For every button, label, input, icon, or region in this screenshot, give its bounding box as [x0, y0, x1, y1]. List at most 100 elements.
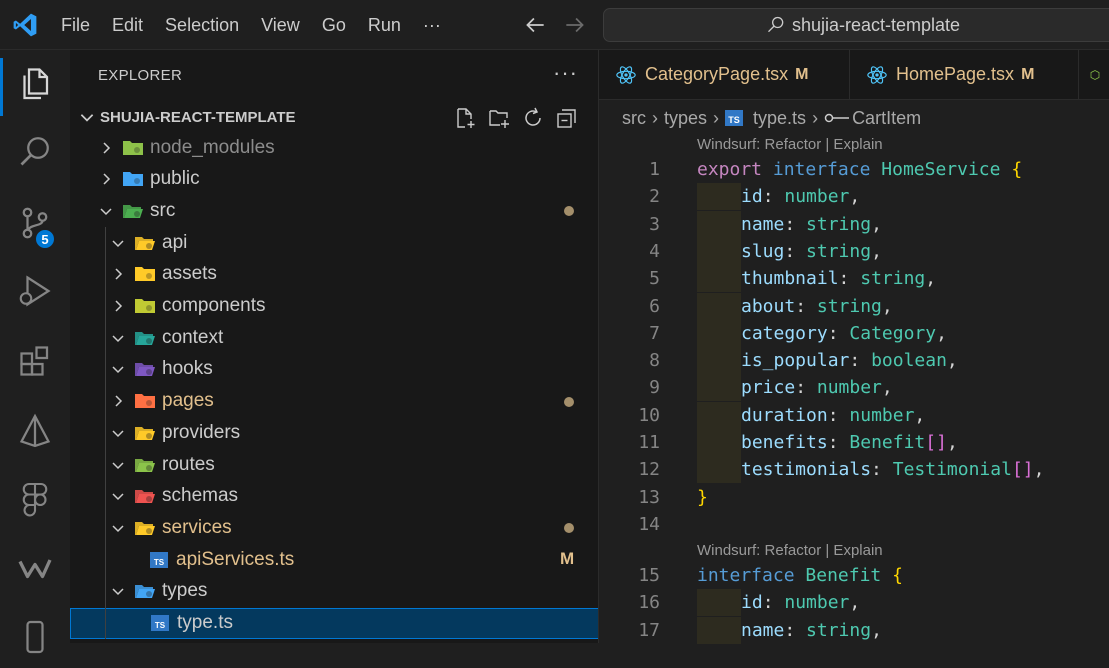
chevron-right-icon[interactable] [110, 266, 126, 282]
chevron-down-icon[interactable] [110, 583, 126, 599]
workspace-root-header[interactable]: SHUJIA-REACT-TEMPLATE [70, 102, 598, 132]
tree-item-types[interactable]: types [70, 576, 598, 607]
api-folder-icon [135, 236, 155, 250]
tree-item-apiservices-ts[interactable]: TS apiServices.ts [70, 544, 598, 575]
tree-item-assets[interactable]: assets [70, 259, 598, 290]
tree-item-providers[interactable]: providers [70, 417, 598, 448]
svg-text:TS: TS [728, 115, 740, 125]
run-debug-activity[interactable] [0, 260, 70, 322]
prism-activity[interactable] [0, 400, 70, 462]
code-token: is_popular [741, 350, 850, 372]
breadcrumb-symbol[interactable]: CartItem [852, 108, 921, 129]
menu-selection[interactable]: Selection [165, 15, 239, 36]
code-line[interactable]: 10 duration: number, [599, 402, 1109, 429]
menu-file[interactable]: File [61, 15, 90, 36]
code-line[interactable]: 8 is_popular: boolean, [599, 347, 1109, 374]
code-line[interactable]: 17 name: string, [599, 617, 1109, 644]
refresh-icon[interactable] [521, 106, 545, 130]
code-line[interactable]: 5 thumbnail: string, [599, 265, 1109, 292]
chevron-right-icon[interactable] [98, 140, 114, 156]
breadcrumb-types[interactable]: types [664, 108, 707, 129]
windsurf-codelens[interactable]: Windsurf: Refactor | Explain [697, 136, 883, 153]
explorer-more-button[interactable]: ··· [553, 60, 578, 86]
chevron-right-icon[interactable] [98, 171, 114, 187]
vscode-logo-icon[interactable] [12, 12, 38, 38]
explorer-activity[interactable] [0, 52, 70, 116]
extensions-activity[interactable] [0, 330, 70, 392]
tree-item-node-modules[interactable]: node_modules [70, 132, 598, 163]
code-line[interactable]: 6 about: string, [599, 293, 1109, 320]
tree-item-label: apiServices.ts [176, 548, 295, 570]
code-token: : [849, 350, 872, 372]
windsurf-activity[interactable] [0, 538, 70, 600]
tree-item-src[interactable]: src [70, 195, 598, 226]
context-folder-icon [135, 331, 155, 345]
code-token: Category [849, 322, 937, 344]
chevron-right-icon[interactable] [110, 298, 126, 314]
menu-more[interactable]: ··· [423, 15, 441, 36]
code-line[interactable]: 13} [599, 484, 1109, 511]
breadcrumb-file[interactable]: type.ts [753, 108, 806, 129]
line-number: 5 [649, 268, 660, 290]
forward-arrow-icon[interactable] [562, 12, 588, 38]
code-line[interactable]: 1 export interface HomeService { [599, 156, 1109, 183]
tree-item-components[interactable]: components [70, 291, 598, 322]
new-file-icon[interactable] [453, 106, 477, 130]
chevron-down-icon[interactable] [110, 330, 126, 346]
search-activity[interactable] [0, 120, 70, 182]
chevron-down-icon[interactable] [110, 235, 126, 251]
windsurf-codelens[interactable]: Windsurf: Refactor | Explain [697, 542, 883, 559]
routes-folder-icon [135, 458, 155, 472]
code-line[interactable]: 3 name: string, [599, 211, 1109, 238]
tree-item-hooks[interactable]: hooks [70, 354, 598, 385]
code-token: export [697, 159, 763, 180]
figma-icon [22, 482, 48, 517]
command-center-search[interactable]: shujia-react-template [603, 8, 1109, 42]
tree-item-label: api [162, 231, 188, 253]
tree-item-label: node_modules [150, 136, 275, 158]
tab-category-page[interactable]: CategoryPage.tsx M [599, 50, 850, 99]
source-control-activity[interactable]: 5 [0, 192, 70, 254]
code-line[interactable]: 2 id: number, [599, 183, 1109, 210]
chevron-down-icon[interactable] [110, 457, 126, 473]
code-line[interactable]: 7 category: Category, [599, 320, 1109, 347]
code-line[interactable]: 15 interface Benefit { [599, 562, 1109, 589]
code-line[interactable]: 14 [599, 511, 1109, 538]
figma-activity[interactable] [0, 468, 70, 530]
back-arrow-icon[interactable] [522, 12, 548, 38]
code-token: , [881, 377, 893, 399]
code-token: duration [741, 404, 828, 426]
chevron-down-icon[interactable] [98, 203, 114, 219]
chevron-down-icon[interactable] [110, 361, 126, 377]
menu-go[interactable]: Go [322, 15, 346, 36]
menu-run[interactable]: Run [368, 15, 401, 36]
chevron-right-icon[interactable] [110, 393, 126, 409]
tree-item-services[interactable]: services [70, 512, 598, 543]
tree-item-public[interactable]: public [70, 164, 598, 195]
code-line[interactable]: 16 id: number, [599, 589, 1109, 616]
tab-home-page[interactable]: HomePage.tsx M [850, 50, 1079, 99]
code-line[interactable]: 9 price: number, [599, 374, 1109, 401]
collapse-all-icon[interactable] [555, 106, 579, 130]
code-line[interactable]: 12 testimonials: Testimonial[], [599, 456, 1109, 483]
tree-item-api[interactable]: api [70, 227, 598, 258]
code-line[interactable]: 11 benefits: Benefit[], [599, 429, 1109, 456]
breadcrumb-src[interactable]: src [622, 108, 646, 129]
windsurf-icon [18, 559, 52, 579]
tree-item-routes[interactable]: routes [70, 449, 598, 480]
chevron-down-icon[interactable] [110, 488, 126, 504]
code-line[interactable]: 4 slug: string, [599, 238, 1109, 265]
tab-overflow[interactable] [1079, 50, 1109, 99]
tree-item-context[interactable]: context [70, 322, 598, 353]
code-token: , [946, 432, 958, 453]
chevron-down-icon[interactable] [110, 425, 126, 441]
chevron-down-icon[interactable] [110, 520, 126, 536]
code-editor[interactable]: Windsurf: Refactor | Explain Windsurf: R… [599, 132, 1109, 644]
new-folder-icon[interactable] [487, 106, 511, 130]
device-activity[interactable] [0, 606, 70, 668]
tree-item-type-ts[interactable]: TS type.ts [70, 607, 598, 639]
tree-item-schemas[interactable]: schemas [70, 481, 598, 512]
tree-item-pages[interactable]: pages [70, 386, 598, 417]
menu-edit[interactable]: Edit [112, 15, 143, 36]
menu-view[interactable]: View [261, 15, 300, 36]
